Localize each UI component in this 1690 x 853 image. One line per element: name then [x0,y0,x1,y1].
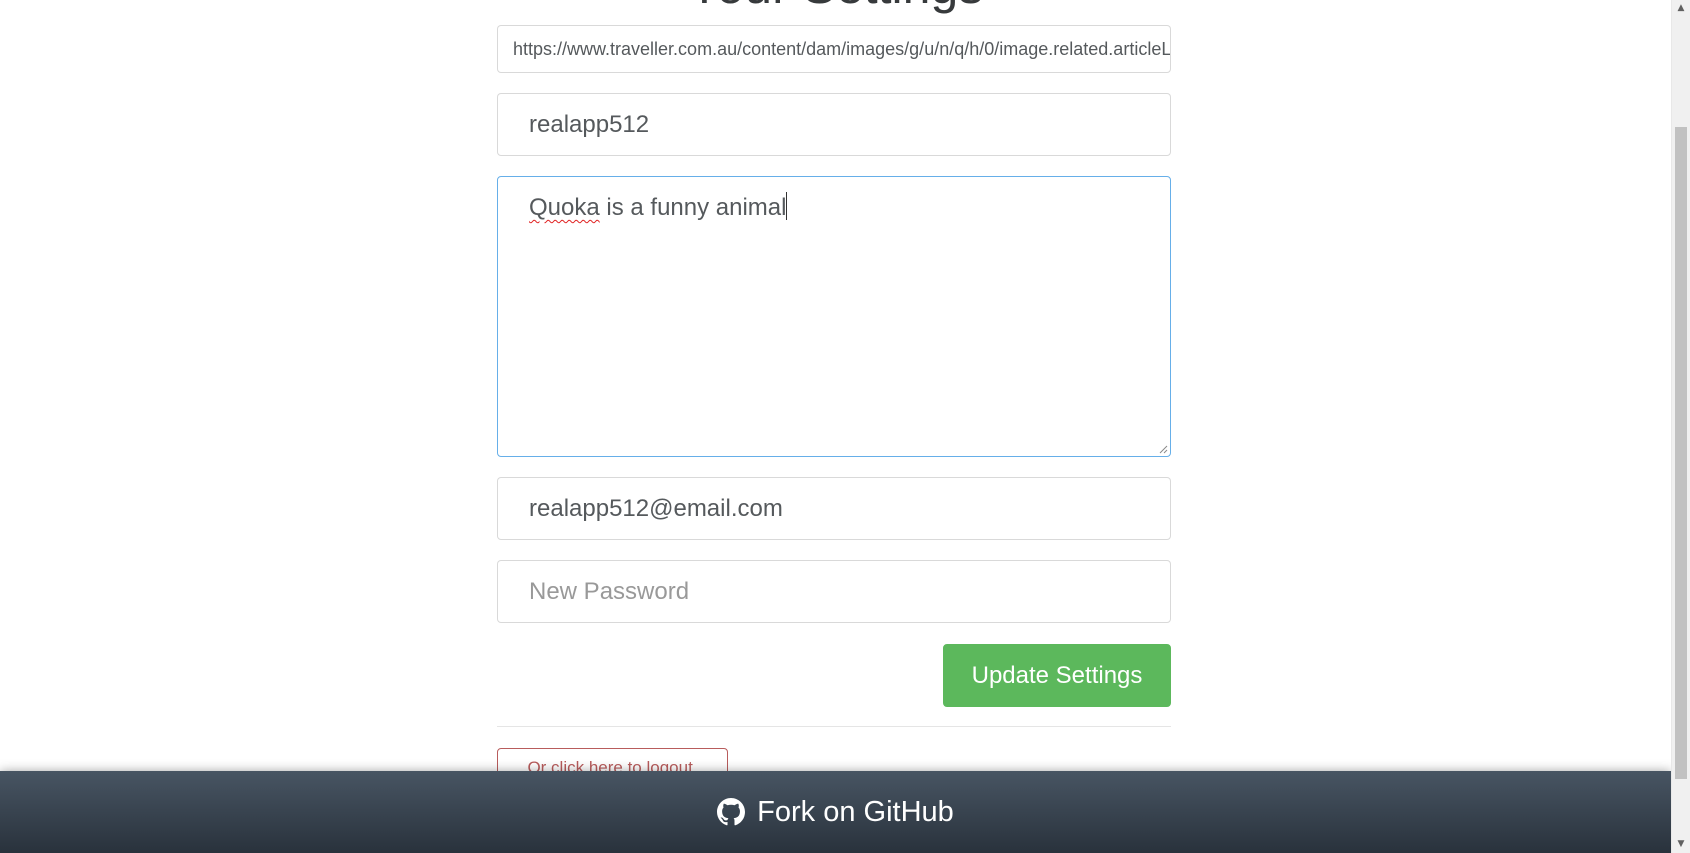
resize-grip-icon[interactable] [1158,444,1168,454]
username-input[interactable]: realapp512 [497,93,1171,156]
scrollbar-thumb[interactable] [1675,127,1687,779]
github-icon [717,798,746,826]
bio-text: is a funny animal [599,194,787,221]
form-divider [497,726,1171,727]
settings-page: Your Settings https://www.traveller.com.… [0,0,1671,853]
footer-label: Fork on GitHub [757,795,954,828]
profile-image-url-input[interactable]: https://www.traveller.com.au/content/dam… [497,25,1171,73]
browser-viewport: Your Settings https://www.traveller.com.… [0,0,1690,853]
text-caret [786,192,788,220]
bio-textarea[interactable]: Quoka is a funny animal [497,176,1171,457]
vertical-scrollbar[interactable]: ▲ ▼ [1671,0,1690,853]
update-settings-button[interactable]: Update Settings [943,644,1171,707]
email-input[interactable]: realapp512@email.com [497,477,1171,540]
scroll-down-icon[interactable]: ▼ [1672,836,1690,853]
new-password-input[interactable]: New Password [497,560,1171,623]
scroll-up-icon[interactable]: ▲ [1672,0,1690,17]
bio-misspelled-word: Quoka [529,194,600,221]
page-title: Your Settings [0,0,1671,16]
fork-on-github-footer[interactable]: Fork on GitHub [0,771,1671,853]
